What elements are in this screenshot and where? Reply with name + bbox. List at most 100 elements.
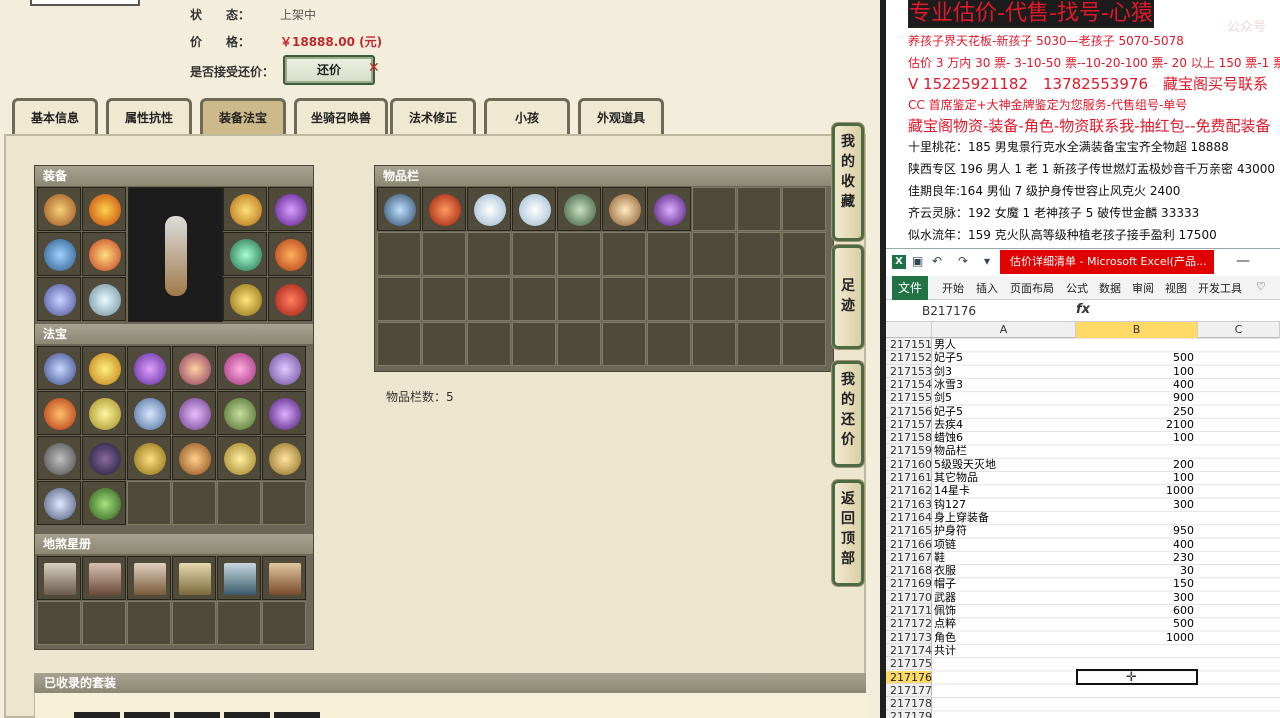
empty-slot[interactable] bbox=[422, 232, 466, 276]
equip-slot-charm[interactable] bbox=[223, 232, 267, 276]
footprint-button[interactable]: 足迹 bbox=[832, 245, 864, 349]
table-row[interactable]: 217173 角色 1000 bbox=[886, 630, 1280, 644]
minimize-icon[interactable]: — bbox=[1236, 253, 1250, 269]
ribbon-tab-home[interactable]: 开始 bbox=[942, 280, 964, 296]
empty-slot[interactable] bbox=[692, 232, 736, 276]
table-row[interactable]: 217161 其它物品 100 bbox=[886, 471, 1280, 485]
empty-slot[interactable] bbox=[602, 322, 646, 366]
file-tab[interactable]: 文件 bbox=[892, 276, 928, 300]
empty-slot[interactable] bbox=[602, 232, 646, 276]
star-card[interactable] bbox=[37, 556, 81, 600]
table-row[interactable]: 217165 护身符 950 bbox=[886, 524, 1280, 538]
treasure-slot[interactable] bbox=[37, 436, 81, 480]
equip-slot-belt[interactable] bbox=[37, 277, 81, 321]
star-card[interactable] bbox=[262, 556, 306, 600]
table-row[interactable]: 217179 bbox=[886, 710, 1280, 718]
inventory-slot[interactable] bbox=[467, 187, 511, 231]
empty-slot[interactable] bbox=[467, 232, 511, 276]
empty-slot[interactable] bbox=[782, 322, 826, 366]
favorites-button[interactable]: 我的收藏 bbox=[832, 123, 864, 241]
treasure-slot[interactable] bbox=[127, 346, 171, 390]
empty-slot[interactable] bbox=[692, 322, 736, 366]
treasure-slot[interactable] bbox=[217, 436, 261, 480]
empty-slot[interactable] bbox=[647, 322, 691, 366]
tab-children[interactable]: 小孩 bbox=[484, 98, 570, 134]
empty-slot[interactable] bbox=[172, 481, 216, 525]
empty-slot[interactable] bbox=[377, 277, 421, 321]
suit-thumb[interactable] bbox=[124, 712, 170, 718]
empty-slot[interactable] bbox=[737, 322, 781, 366]
table-row[interactable]: 217166 项链 400 bbox=[886, 537, 1280, 551]
back-to-top-button[interactable]: 返回顶部 bbox=[832, 480, 864, 586]
table-row[interactable]: 217157 去疾4 2100 bbox=[886, 417, 1280, 432]
inventory-slot[interactable] bbox=[557, 187, 601, 231]
empty-slot[interactable] bbox=[262, 481, 306, 525]
treasure-slot[interactable] bbox=[82, 391, 126, 435]
table-row[interactable]: 217178 bbox=[886, 697, 1280, 711]
treasure-slot[interactable] bbox=[172, 436, 216, 480]
my-offers-button[interactable]: 我的还价 bbox=[832, 361, 864, 467]
table-row[interactable]: 217153 剑3 100 bbox=[886, 364, 1280, 378]
treasure-slot[interactable] bbox=[37, 481, 81, 525]
treasure-slot[interactable] bbox=[262, 391, 306, 435]
ribbon-tab-review[interactable]: 审阅 bbox=[1132, 280, 1154, 296]
name-box[interactable]: B217176 bbox=[916, 302, 1026, 320]
table-row[interactable]: 217155 剑5 900 bbox=[886, 391, 1280, 405]
table-row[interactable]: 217158 蜡蚀6 100 bbox=[886, 431, 1280, 445]
inventory-slot[interactable] bbox=[422, 187, 466, 231]
empty-slot[interactable] bbox=[127, 481, 171, 525]
empty-slot[interactable] bbox=[647, 232, 691, 276]
equip-slot-necklace[interactable] bbox=[268, 187, 312, 231]
treasure-slot[interactable] bbox=[127, 436, 171, 480]
treasure-slot[interactable] bbox=[82, 481, 126, 525]
tab-attributes[interactable]: 属性抗性 bbox=[106, 98, 192, 134]
table-row[interactable]: 217159 物品栏 bbox=[886, 444, 1280, 458]
bargain-button[interactable]: 还价 bbox=[283, 55, 375, 85]
table-row[interactable]: 217162 14星卡 1000 bbox=[886, 484, 1280, 498]
fx-icon[interactable]: fx bbox=[1076, 302, 1090, 317]
table-row[interactable]: 217156 妃子5 250 bbox=[886, 404, 1280, 418]
equip-slot-boots[interactable] bbox=[82, 277, 126, 321]
ribbon-tab-developer[interactable]: 开发工具 bbox=[1198, 280, 1242, 296]
empty-slot[interactable] bbox=[217, 601, 261, 645]
table-row[interactable]: 217167 鞋 230 bbox=[886, 550, 1280, 565]
column-header-a[interactable]: A bbox=[932, 322, 1076, 338]
tab-spell-mods[interactable]: 法术修正 bbox=[390, 98, 476, 134]
suit-thumb[interactable] bbox=[174, 712, 220, 718]
treasure-slot[interactable] bbox=[172, 346, 216, 390]
equip-slot-hat[interactable] bbox=[37, 187, 81, 231]
tab-equipment[interactable]: 装备法宝 bbox=[200, 98, 286, 134]
empty-slot[interactable] bbox=[737, 187, 781, 231]
ribbon-tab-insert[interactable]: 插入 bbox=[976, 280, 998, 296]
empty-slot[interactable] bbox=[782, 277, 826, 321]
suit-thumb[interactable] bbox=[274, 712, 320, 718]
treasure-slot[interactable] bbox=[217, 346, 261, 390]
ribbon-tab-formulas[interactable]: 公式 bbox=[1066, 280, 1088, 296]
empty-slot[interactable] bbox=[172, 601, 216, 645]
treasure-slot[interactable] bbox=[127, 391, 171, 435]
empty-slot[interactable] bbox=[422, 322, 466, 366]
tab-appearance[interactable]: 外观道具 bbox=[578, 98, 664, 134]
table-row[interactable]: 217177 bbox=[886, 683, 1280, 698]
customize-icon[interactable]: ▾ bbox=[984, 254, 990, 268]
ribbon-tab-layout[interactable]: 页面布局 bbox=[1010, 280, 1054, 296]
column-header-c[interactable]: C bbox=[1198, 322, 1280, 338]
empty-slot[interactable] bbox=[557, 232, 601, 276]
empty-slot[interactable] bbox=[377, 322, 421, 366]
empty-slot[interactable] bbox=[557, 277, 601, 321]
treasure-slot[interactable] bbox=[37, 391, 81, 435]
collapse-ribbon-icon[interactable]: ♡ bbox=[1256, 280, 1266, 293]
equip-slot-helm[interactable] bbox=[82, 187, 126, 231]
empty-slot[interactable] bbox=[377, 232, 421, 276]
table-row[interactable]: 217169 帽子 150 bbox=[886, 577, 1280, 591]
equip-slot-armor[interactable] bbox=[82, 232, 126, 276]
table-row[interactable]: 217168 衣服 30 bbox=[886, 564, 1280, 578]
star-card[interactable] bbox=[82, 556, 126, 600]
empty-slot[interactable] bbox=[602, 277, 646, 321]
suit-thumb[interactable] bbox=[224, 712, 270, 718]
save-icon[interactable]: ▣ bbox=[912, 254, 923, 268]
empty-slot[interactable] bbox=[467, 277, 511, 321]
empty-slot[interactable] bbox=[692, 277, 736, 321]
star-card[interactable] bbox=[172, 556, 216, 600]
empty-slot[interactable] bbox=[737, 277, 781, 321]
